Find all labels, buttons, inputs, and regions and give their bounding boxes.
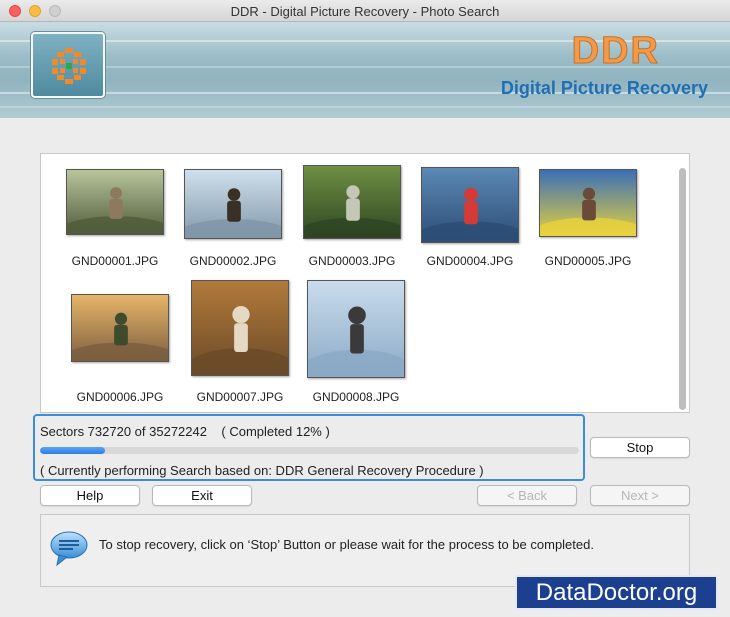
photo-filename-label: GND00008.JPG [312, 390, 400, 404]
photo-filename-label: GND00005.JPG [544, 254, 632, 268]
speech-bubble-icon [49, 529, 89, 570]
photo-filename-label: GND00004.JPG [426, 254, 514, 268]
next-button[interactable]: Next > [590, 485, 690, 506]
photo-thumbnail-item[interactable]: GND00006.JPG [65, 294, 175, 404]
photo-thumbnail-image[interactable] [421, 167, 519, 243]
photo-thumbnail-item[interactable]: GND00003.JPG [297, 165, 407, 268]
photo-thumbnail-image[interactable] [184, 169, 282, 239]
window-title: DDR - Digital Picture Recovery - Photo S… [230, 4, 500, 19]
brand-subtitle: Digital Picture Recovery [500, 78, 708, 98]
help-button[interactable]: Help [40, 485, 140, 506]
photo-thumbnail-item[interactable]: GND00007.JPG [185, 280, 295, 404]
photo-thumbnail-item[interactable]: GND00002.JPG [178, 169, 288, 268]
photo-filename-label: GND00003.JPG [308, 254, 396, 268]
title-bar: DDR - Digital Picture Recovery - Photo S… [0, 0, 730, 22]
photo-thumbnail-image[interactable] [71, 294, 169, 362]
photo-thumbnail-image[interactable] [191, 280, 289, 376]
photo-thumbnail-image[interactable] [307, 280, 405, 378]
photo-thumbnail-item[interactable]: GND00001.JPG [60, 169, 170, 268]
brand-title: DDR [571, 30, 660, 73]
photo-filename-label: GND00002.JPG [189, 254, 277, 268]
photo-thumbnail-image[interactable] [539, 169, 637, 237]
back-button[interactable]: < Back [477, 485, 577, 506]
vertical-scrollbar[interactable] [679, 168, 686, 410]
progress-panel: Sectors 732720 of 35272242 ( Completed 1… [33, 414, 585, 481]
photo-thumbnail-image[interactable] [303, 165, 401, 239]
photo-thumbnail-item[interactable]: GND00005.JPG [533, 169, 643, 268]
progress-bar [40, 447, 579, 454]
progress-bar-fill [40, 447, 105, 454]
photo-filename-label: GND00006.JPG [76, 390, 164, 404]
procedure-status: ( Currently performing Search based on: … [40, 463, 484, 478]
completed-percent: ( Completed 12% ) [221, 424, 330, 439]
header-banner: DDR Digital Picture Recovery [0, 22, 730, 118]
photo-filename-label: GND00001.JPG [71, 254, 159, 268]
photo-thumbnail-image[interactable] [66, 169, 164, 235]
photo-filename-label: GND00007.JPG [196, 390, 284, 404]
photo-results-panel[interactable]: GND00001.JPG GND00002.JPG GND00003.JPG GND0… [40, 153, 690, 413]
stop-button[interactable]: Stop [590, 437, 690, 458]
ddr-logo-icon [31, 32, 105, 98]
datadoctor-watermark: DataDoctor.org [515, 575, 718, 610]
photo-thumbnail-item[interactable]: GND00008.JPG [301, 280, 411, 404]
sectors-status: Sectors 732720 of 35272242 ( Completed 1… [40, 424, 330, 439]
info-message: To stop recovery, click on ‘Stop’ Button… [99, 537, 594, 552]
sectors-count: Sectors 732720 of 35272242 [40, 424, 207, 439]
photo-thumbnail-item[interactable]: GND00004.JPG [415, 167, 525, 268]
exit-button[interactable]: Exit [152, 485, 252, 506]
